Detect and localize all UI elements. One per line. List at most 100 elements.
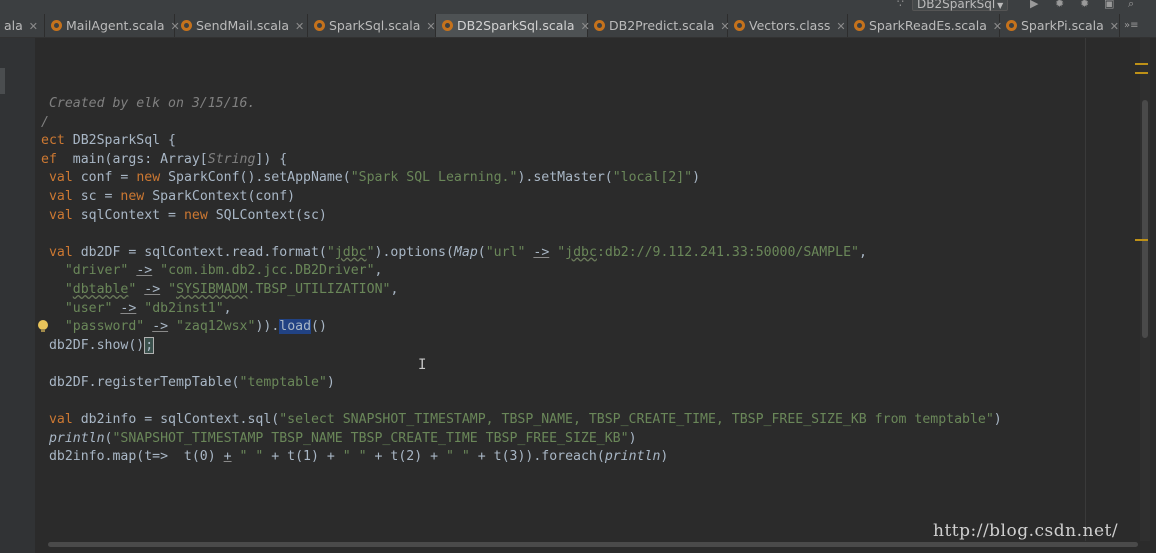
code-token: new xyxy=(183,207,208,223)
close-icon[interactable]: ✕ xyxy=(295,20,304,33)
close-icon[interactable]: ✕ xyxy=(836,20,845,33)
code-line[interactable]: ect DB2SparkSql { xyxy=(41,132,1002,151)
project-structure-icon[interactable]: ▣ xyxy=(1104,0,1114,10)
code-token: SYSIBMADM xyxy=(176,281,248,297)
code-line[interactable]: "password" -> "zaq12wsx")).load() xyxy=(41,318,1002,337)
scala-file-icon xyxy=(314,20,325,31)
code-line[interactable]: val sqlContext = new SQLContext(sc) xyxy=(41,207,1002,226)
debug-icon[interactable]: ∵ xyxy=(897,0,904,10)
code-token: ( xyxy=(477,244,486,260)
code-token: ) xyxy=(660,449,669,465)
code-token: db2DF = sqlContext.read.format( xyxy=(72,244,327,260)
tab-sendmail[interactable]: SendMail.scala ✕ xyxy=(175,14,308,37)
scala-file-icon xyxy=(51,20,62,31)
code-line[interactable]: db2DF.show(); xyxy=(41,336,1002,356)
code-token: ) xyxy=(692,170,701,186)
code-token: "local[2]" xyxy=(612,170,693,186)
tab-sparkreades[interactable]: SparkReadEs.scala ✕ xyxy=(848,14,1002,37)
code-token: "com.ibm.db2.jcc.DB2Driver" xyxy=(160,263,375,279)
code-line[interactable]: db2DF.registerTempTable("temptable") xyxy=(41,374,1002,393)
code-token: / xyxy=(41,114,49,130)
horizontal-scrollbar-thumb[interactable] xyxy=(48,542,1138,547)
scala-file-icon xyxy=(181,20,192,31)
tab-overflow-button[interactable]: »≡ xyxy=(1124,14,1139,37)
code-token: " " xyxy=(342,449,367,465)
tab-db2predict[interactable]: DB2Predict.scala ✕ xyxy=(588,14,730,37)
code-line[interactable] xyxy=(41,225,1002,244)
code-token: conf = xyxy=(72,170,137,186)
code-line[interactable]: "user" -> "db2inst1", xyxy=(41,300,1002,319)
tab-label: MailAgent.scala xyxy=(66,18,165,33)
code-line[interactable]: Created by elk on 3/15/16. xyxy=(41,95,1002,114)
coverage-icon[interactable]: ✹ xyxy=(1080,0,1089,10)
tab-mailagent[interactable]: MailAgent.scala ✕ xyxy=(45,14,180,37)
code-token: val xyxy=(48,170,73,186)
code-line[interactable] xyxy=(41,393,1002,412)
scala-file-icon xyxy=(442,20,453,31)
code-line[interactable] xyxy=(41,355,1002,374)
code-line[interactable]: val sc = new SparkContext(conf) xyxy=(41,188,1002,207)
tab-sparksql[interactable]: SparkSql.scala ✕ xyxy=(308,14,436,37)
top-toolbar: ∵ DB2SparkSql ▼ ▶ ✹ ✹ ▣ ⌕ xyxy=(0,0,1156,14)
code-token: ) xyxy=(326,374,335,390)
close-icon[interactable]: ✕ xyxy=(1110,20,1119,33)
code-token: "password" xyxy=(64,319,145,335)
close-icon[interactable]: ✕ xyxy=(426,20,435,33)
code-line[interactable]: ef main(args: Array[String]) { xyxy=(41,151,1002,170)
code-token: db2info.map(t=> t(0) xyxy=(41,449,224,465)
debug-bug-icon[interactable]: ✹ xyxy=(1055,0,1064,10)
warning-marker[interactable] xyxy=(1135,239,1148,241)
code-token: load xyxy=(279,319,312,335)
code-line[interactable]: val db2info = sqlContext.sql("select SNA… xyxy=(41,411,1002,430)
code-token: val xyxy=(48,188,73,204)
warning-marker[interactable] xyxy=(1135,63,1148,65)
code-token: " xyxy=(557,244,566,260)
code-token: SQLContext(sc) xyxy=(207,207,327,223)
code-line[interactable]: "dbtable" -> "SYSIBMADM.TBSP_UTILIZATION… xyxy=(41,281,1002,300)
code-token: , xyxy=(223,300,232,316)
code-token: " xyxy=(168,281,177,297)
code-token: + t(1) + xyxy=(263,449,343,465)
vertical-scrollbar-thumb[interactable] xyxy=(1142,100,1148,338)
code-token: SparkConf().setAppName( xyxy=(160,170,351,186)
right-margin-guide xyxy=(1085,38,1086,541)
tab-vectors[interactable]: Vectors.class ✕ xyxy=(728,14,848,37)
code-line[interactable]: val db2DF = sqlContext.read.format("jdbc… xyxy=(41,244,1002,263)
code-token: ) xyxy=(993,412,1002,428)
run-icon[interactable]: ▶ xyxy=(1030,0,1038,10)
tab-ala[interactable]: ala ✕ xyxy=(0,14,45,37)
code-line[interactable]: println("SNAPSHOT_TIMESTAMP TBSP_NAME TB… xyxy=(41,430,1002,449)
code-token: ) xyxy=(628,430,637,446)
tab-label: SendMail.scala xyxy=(196,18,290,33)
watermark: http://blog.csdn.net/ xyxy=(933,521,1119,541)
tab-label: SparkSql.scala xyxy=(329,18,421,33)
close-icon[interactable]: ✕ xyxy=(29,20,38,33)
code-token: "temptable" xyxy=(239,374,327,390)
scala-file-icon xyxy=(594,20,605,31)
chevron-down-icon: ▼ xyxy=(997,1,1004,10)
search-icon[interactable]: ⌕ xyxy=(1128,0,1134,10)
tab-db2sparksql[interactable]: DB2SparkSql.scala ✕ xyxy=(436,14,590,37)
code-line[interactable]: "driver" -> "com.ibm.db2.jcc.DB2Driver", xyxy=(41,262,1002,281)
warning-marker[interactable] xyxy=(1135,72,1148,74)
code-editor[interactable]: Created by elk on 3/15/16. / ect DB2SparkS… xyxy=(41,95,1002,467)
code-token: String xyxy=(207,151,256,167)
code-line[interactable]: db2info.map(t=> t(0) + " " + t(1) + " " … xyxy=(41,448,1002,467)
code-line[interactable]: / xyxy=(41,114,1002,133)
run-configuration-select[interactable]: DB2SparkSql ▼ xyxy=(912,0,1009,11)
code-token: ]) { xyxy=(255,151,288,167)
code-token: + t(3)).foreach( xyxy=(469,449,605,465)
code-token: " " xyxy=(239,449,264,465)
tab-sparkpi[interactable]: SparkPi.scala ✕ xyxy=(1000,14,1120,37)
code-line[interactable]: val conf = new SparkConf().setAppName("S… xyxy=(41,169,1002,188)
code-token: "SNAPSHOT_TIMESTAMP TBSP_NAME TBSP_CREAT… xyxy=(112,430,629,446)
code-token: println xyxy=(48,430,105,446)
code-token: -> xyxy=(533,244,550,260)
